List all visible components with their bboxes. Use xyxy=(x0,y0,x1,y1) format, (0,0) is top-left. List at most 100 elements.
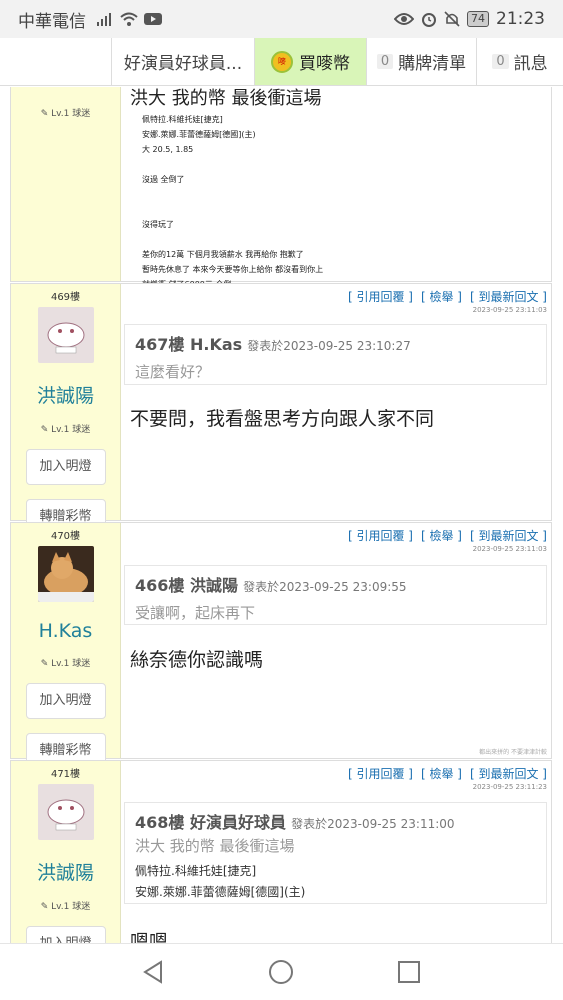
system-nav-bar xyxy=(0,943,563,1000)
avatar[interactable] xyxy=(37,307,94,363)
purchase-count-badge: 0 xyxy=(376,54,394,69)
quote-author: 466樓 洪誠陽 xyxy=(135,576,238,595)
message-count-badge: 0 xyxy=(492,54,509,69)
recents-icon[interactable] xyxy=(396,959,422,985)
tab-spacer xyxy=(0,38,112,85)
floor-number: 469樓 xyxy=(50,292,81,303)
latest-reply-link[interactable]: [ 到最新回文 ] xyxy=(470,290,547,304)
quote-reply-link[interactable]: [ 引用回覆 ] xyxy=(348,767,413,781)
post-469: 469樓 洪誠陽 ✎ Lv.1 球迷 加入明燈 轉贈彩幣 [ 引用回覆 ] [ 檢… xyxy=(10,283,552,535)
quote-box: 467樓 H.Kas 發表於2023-09-25 23:10:27 這麼看好？ xyxy=(124,324,547,385)
alarm-icon xyxy=(422,13,436,27)
post-main: [ 引用回覆 ] [ 檢舉 ] [ 到最新回文 ] 2023-09-25 23:11… xyxy=(122,523,551,758)
post-body-lines: 佩特拉.科維托娃[捷克] 安娜.萊娜.菲蕾德薩姆[德國](主) 大 20.5, … xyxy=(142,112,323,292)
post-470: 470樓 H.Kas ✎ Lv.1 球迷 加入明燈 轉贈彩幣 [ 引用回覆 ][… xyxy=(10,522,552,769)
quote-box: 466樓 洪誠陽 發表於2023-09-25 23:09:55 受讓啊，起床再下 xyxy=(124,565,547,625)
quote-time: 發表於2023-09-25 23:11:00 xyxy=(291,817,455,831)
tab-buy-coins-label: 買嘜幣 xyxy=(299,54,350,74)
tab-thread-title[interactable]: 好演員好球員... xyxy=(112,38,255,85)
post-date: 2023-09-25 23:11:23 xyxy=(472,783,547,791)
youtube-icon xyxy=(144,13,162,25)
post-sidebar: 471樓 洪誠陽 ✎ Lv.1 球迷 加入明燈 xyxy=(11,761,121,943)
body-line: 佩特拉.科維托娃[捷克] xyxy=(142,115,223,124)
signature-tag: 都出來拼的 不要津津計較 xyxy=(479,749,547,756)
quote-text: 受讓啊，起床再下 xyxy=(135,604,256,622)
avatar[interactable] xyxy=(37,784,94,840)
post-sidebar: 469樓 洪誠陽 ✎ Lv.1 球迷 加入明燈 轉贈彩幣 xyxy=(11,284,121,535)
user-level-label: Lv.1 球迷 xyxy=(51,659,91,669)
quote-author: 468樓 好演員好球員 xyxy=(135,813,286,832)
mute-bell-icon xyxy=(444,11,460,27)
quote-time: 發表於2023-09-25 23:10:27 xyxy=(247,339,411,353)
tab-messages-label: 訊息 xyxy=(513,54,548,74)
add-favorite-button[interactable]: 加入明燈 xyxy=(25,683,106,719)
quote-reply-link[interactable]: [ 引用回覆 ] xyxy=(348,529,413,543)
wifi-icon xyxy=(120,12,138,26)
avatar[interactable] xyxy=(37,546,94,602)
username[interactable]: 洪誠陽 xyxy=(11,858,120,885)
top-tab-bar: 好演員好球員... 嘜買嘜幣 0 購牌清單 0 訊息 xyxy=(0,38,563,86)
tab-thread-title-label: 好演員好球員... xyxy=(123,54,243,74)
add-favorite-button[interactable]: 加入明燈 xyxy=(25,926,106,943)
quote-reply-link[interactable]: [ 引用回覆 ] xyxy=(348,290,413,304)
post-actions: [ 引用回覆 ] [ 檢舉 ] [ 到最新回文 ] xyxy=(340,765,547,782)
post-body: 不要問，我看盤思考方向跟人家不同 xyxy=(130,408,435,430)
username[interactable]: H.Kas xyxy=(11,620,120,642)
user-level-label: Lv.1 球迷 xyxy=(51,425,91,435)
eye-icon xyxy=(394,13,414,25)
clock: 21:23 xyxy=(496,9,545,29)
body-line: 大 20.5, 1.85 xyxy=(142,145,194,154)
body-line: 暫時先休息了 本來今天要等你上給你 都沒看到你上 xyxy=(142,265,324,274)
tab-purchase-list[interactable]: 0 購牌清單 xyxy=(367,38,477,85)
body-line: 安娜.萊娜.菲蕾德薩姆[德國](主) xyxy=(142,130,256,139)
post-title: 洪大 我的幣 最後衝這場 xyxy=(130,88,322,109)
thread-content: ✎ Lv.1 球迷 洪大 我的幣 最後衝這場 佩特拉.科維托娃[捷克] 安娜.萊… xyxy=(10,87,552,943)
report-link[interactable]: [ 檢舉 ] xyxy=(421,529,462,543)
post-main: 洪大 我的幣 最後衝這場 佩特拉.科維托娃[捷克] 安娜.萊娜.菲蕾德薩姆[德國… xyxy=(122,87,551,289)
post-date: 2023-09-25 23:11:03 xyxy=(472,545,547,553)
username[interactable]: 洪誠陽 xyxy=(11,381,120,408)
post-main: [ 引用回覆 ] [ 檢舉 ] [ 到最新回文 ] 2023-09-25 23:11… xyxy=(122,761,551,943)
post-actions: [ 引用回覆 ] [ 檢舉 ] [ 到最新回文 ] xyxy=(340,527,547,544)
quote-header: 467樓 H.Kas 發表於2023-09-25 23:10:27 xyxy=(135,331,536,355)
user-level: ✎ Lv.1 球迷 xyxy=(40,109,91,119)
quote-line: 佩特拉.科維托娃[捷克] xyxy=(135,864,257,878)
post-sidebar: ✎ Lv.1 球迷 xyxy=(11,87,121,281)
post-actions: [ 引用回覆 ] [ 檢舉 ] [ 到最新回文 ] xyxy=(340,288,547,305)
tab-purchase-list-label: 購牌清單 xyxy=(398,54,467,74)
post-date: 2023-09-25 23:11:03 xyxy=(472,306,547,314)
body-line: 沒過 全倒了 xyxy=(142,175,185,184)
user-level: ✎ Lv.1 球迷 xyxy=(40,902,91,912)
quote-box: 468樓 好演員好球員 發表於2023-09-25 23:11:00 洪大 我的… xyxy=(124,802,547,904)
add-favorite-button[interactable]: 加入明燈 xyxy=(25,449,106,485)
user-level-label: Lv.1 球迷 xyxy=(51,109,91,119)
quote-time: 發表於2023-09-25 23:09:55 xyxy=(243,580,407,594)
home-icon[interactable] xyxy=(268,959,294,985)
post-sidebar: 470樓 H.Kas ✎ Lv.1 球迷 加入明燈 轉贈彩幣 xyxy=(11,523,121,769)
quote-author: 467樓 H.Kas xyxy=(135,335,243,354)
user-level: ✎ Lv.1 球迷 xyxy=(40,659,91,669)
carrier-label: 中華電信 xyxy=(18,11,86,32)
quote-header: 466樓 洪誠陽 發表於2023-09-25 23:09:55 xyxy=(135,572,536,596)
post-main: [ 引用回覆 ] [ 檢舉 ] [ 到最新回文 ] 2023-09-25 23:11… xyxy=(122,284,551,520)
floor-number: 471樓 xyxy=(50,769,81,780)
user-level: ✎ Lv.1 球迷 xyxy=(40,425,91,435)
quote-header: 468樓 好演員好球員 發表於2023-09-25 23:11:00 xyxy=(135,809,536,833)
latest-reply-link[interactable]: [ 到最新回文 ] xyxy=(470,767,547,781)
report-link[interactable]: [ 檢舉 ] xyxy=(421,767,462,781)
tab-buy-coins[interactable]: 嘜買嘜幣 xyxy=(255,38,367,85)
report-link[interactable]: [ 檢舉 ] xyxy=(421,290,462,304)
signal-icon xyxy=(97,13,111,26)
status-bar: 中華電信 74 21:23 xyxy=(0,0,563,38)
battery-icon: 74 xyxy=(467,11,489,27)
post-partial: ✎ Lv.1 球迷 洪大 我的幣 最後衝這場 佩特拉.科維托娃[捷克] 安娜.萊… xyxy=(10,87,552,289)
tab-messages[interactable]: 0 訊息 xyxy=(477,38,563,85)
quote-text: 這麼看好？ xyxy=(135,363,211,381)
post-body: 絲奈德你認識嗎 xyxy=(130,649,264,671)
latest-reply-link[interactable]: [ 到最新回文 ] xyxy=(470,529,547,543)
floor-number: 470樓 xyxy=(50,531,81,542)
body-line: 差你的12萬 下個月我領薪水 我再給你 抱歉了 xyxy=(142,250,304,259)
back-icon[interactable] xyxy=(141,959,167,985)
quote-line: 安娜.萊娜.菲蕾德薩姆[德國](主) xyxy=(135,885,306,899)
post-471: 471樓 洪誠陽 ✎ Lv.1 球迷 加入明燈 [ 引用回覆 ][ 檢舉 ][ … xyxy=(10,760,552,943)
